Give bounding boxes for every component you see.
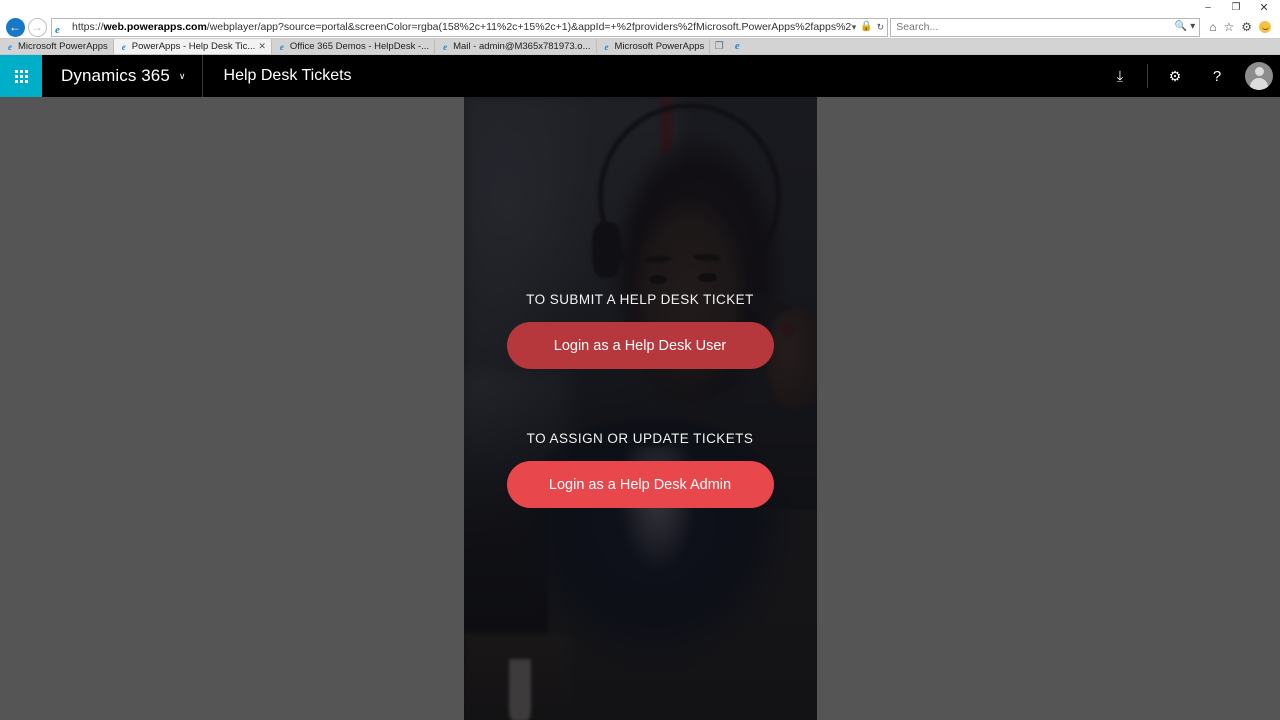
search-input-placeholder[interactable]: Search... xyxy=(896,20,1175,34)
app-launcher-waffle-icon[interactable] xyxy=(0,55,42,97)
download-icon: ⤓ xyxy=(1116,67,1124,85)
url-host: web.powerapps.com xyxy=(103,21,207,33)
avatar xyxy=(1245,62,1273,90)
powerapps-app-frame: TO SUBMIT A HELP DESK TICKET Login as a … xyxy=(463,97,817,720)
login-help-desk-user-button[interactable]: Login as a Help Desk User xyxy=(506,322,774,369)
settings-button[interactable]: ⚙ xyxy=(1154,55,1196,97)
tab-favicon-icon: e xyxy=(121,41,126,52)
window-titlebar: – ❐ ✕ xyxy=(0,0,1280,16)
forward-arrow-icon: → xyxy=(31,20,43,34)
browser-tab[interactable]: e Mail - admin@M365x781973.o... xyxy=(435,39,597,54)
tab-title: Office 365 Demos - HelpDesk -... xyxy=(289,41,430,52)
search-icon[interactable]: 🔍 xyxy=(1175,22,1187,32)
address-dropdown-icon[interactable]: ▾ xyxy=(852,22,857,32)
home-icon[interactable]: ⌂ xyxy=(1209,21,1216,33)
brand-dynamics365[interactable]: Dynamics 365 ∨ xyxy=(42,55,203,97)
lock-icon[interactable]: 🔒 xyxy=(860,22,872,32)
header-divider xyxy=(1147,64,1148,88)
avatar-button[interactable] xyxy=(1238,55,1280,97)
page-title: Help Desk Tickets xyxy=(223,67,352,84)
url-text: https://web.powerapps.com/webplayer/app?… xyxy=(72,20,852,34)
header-actions: ⤓ ⚙ ? xyxy=(1099,55,1280,97)
refresh-icon[interactable]: ↻ xyxy=(877,22,885,32)
address-bar[interactable]: e https://web.powerapps.com/webplayer/ap… xyxy=(51,17,889,37)
new-tab-icon[interactable]: ❐ xyxy=(710,39,729,54)
browser-settings-gear-icon[interactable]: ⚙ xyxy=(1241,21,1252,33)
gear-icon: ⚙ xyxy=(1168,68,1182,84)
forward-button[interactable]: → xyxy=(26,17,48,37)
browser-tab[interactable]: e Microsoft PowerApps xyxy=(596,39,711,54)
help-button[interactable]: ? xyxy=(1196,55,1238,97)
browser-tab-active[interactable]: e PowerApps - Help Desk Tic... ✕ xyxy=(113,39,272,54)
back-arrow-icon: ← xyxy=(9,20,21,34)
browser-navigation-bar: ← → e https://web.powerapps.com/webplaye… xyxy=(0,16,1280,38)
address-bar-icons: ▾ 🔒 ↻ xyxy=(852,22,888,32)
chevron-down-icon[interactable]: ∨ xyxy=(179,71,186,82)
browser-tab[interactable]: e Microsoft PowerApps xyxy=(0,39,114,54)
brand-label: Dynamics 365 xyxy=(61,66,170,85)
app-content: TO SUBMIT A HELP DESK TICKET Login as a … xyxy=(464,97,817,720)
assign-section-label: TO ASSIGN OR UPDATE TICKETS xyxy=(526,431,754,446)
tab-title: Mail - admin@M365x781973.o... xyxy=(453,41,591,52)
search-box-icons: 🔍 ▾ xyxy=(1175,22,1199,32)
person-icon xyxy=(1245,62,1273,90)
search-provider-dropdown-icon[interactable]: ▾ xyxy=(1190,22,1195,32)
minimize-icon[interactable]: – xyxy=(1194,0,1222,16)
close-icon[interactable]: ✕ xyxy=(1250,0,1278,16)
download-button[interactable]: ⤓ xyxy=(1099,55,1141,97)
tab-favicon-icon: e xyxy=(604,41,609,52)
login-help-desk-admin-button[interactable]: Login as a Help Desk Admin xyxy=(506,461,774,508)
tab-favicon-icon: e xyxy=(8,41,12,52)
tab-favicon-icon: e xyxy=(279,41,284,52)
maximize-icon[interactable]: ❐ xyxy=(1222,0,1250,16)
tab-strip: e Microsoft PowerApps e PowerApps - Help… xyxy=(0,38,1280,54)
tab-strip-filler xyxy=(746,39,1280,54)
tab-title: Microsoft PowerApps xyxy=(18,41,108,52)
browser-chrome: – ❐ ✕ ← → e https://web.powerapps.com/we… xyxy=(0,0,1280,55)
app-canvas-background: TO SUBMIT A HELP DESK TICKET Login as a … xyxy=(0,97,1280,720)
browser-tab[interactable]: e Office 365 Demos - HelpDesk -... xyxy=(271,39,436,54)
enterprise-mode-icon[interactable]: e xyxy=(728,39,747,54)
url-scheme: https:// xyxy=(72,21,104,33)
browser-toolbar-icons: ⌂ ☆ ⚙ xyxy=(1200,21,1276,33)
tab-favicon-icon: e xyxy=(443,41,448,52)
favorites-star-icon[interactable]: ☆ xyxy=(1223,21,1234,33)
tab-title: Microsoft PowerApps xyxy=(614,41,705,52)
tab-title: PowerApps - Help Desk Tic... xyxy=(131,41,256,52)
dynamics365-header: Dynamics 365 ∨ Help Desk Tickets ⤓ ⚙ ? xyxy=(0,55,1280,97)
question-mark-icon: ? xyxy=(1212,67,1222,85)
submit-section-label: TO SUBMIT A HELP DESK TICKET xyxy=(526,292,754,307)
url-path: /webplayer/app?source=portal&screenColor… xyxy=(206,21,852,33)
browser-search-box[interactable]: Search... 🔍 ▾ xyxy=(890,17,1201,37)
send-feedback-smiley-icon[interactable] xyxy=(1259,21,1271,33)
back-button[interactable]: ← xyxy=(4,17,26,37)
page-favicon-icon: e xyxy=(55,23,60,36)
tab-close-icon[interactable]: ✕ xyxy=(258,41,266,52)
